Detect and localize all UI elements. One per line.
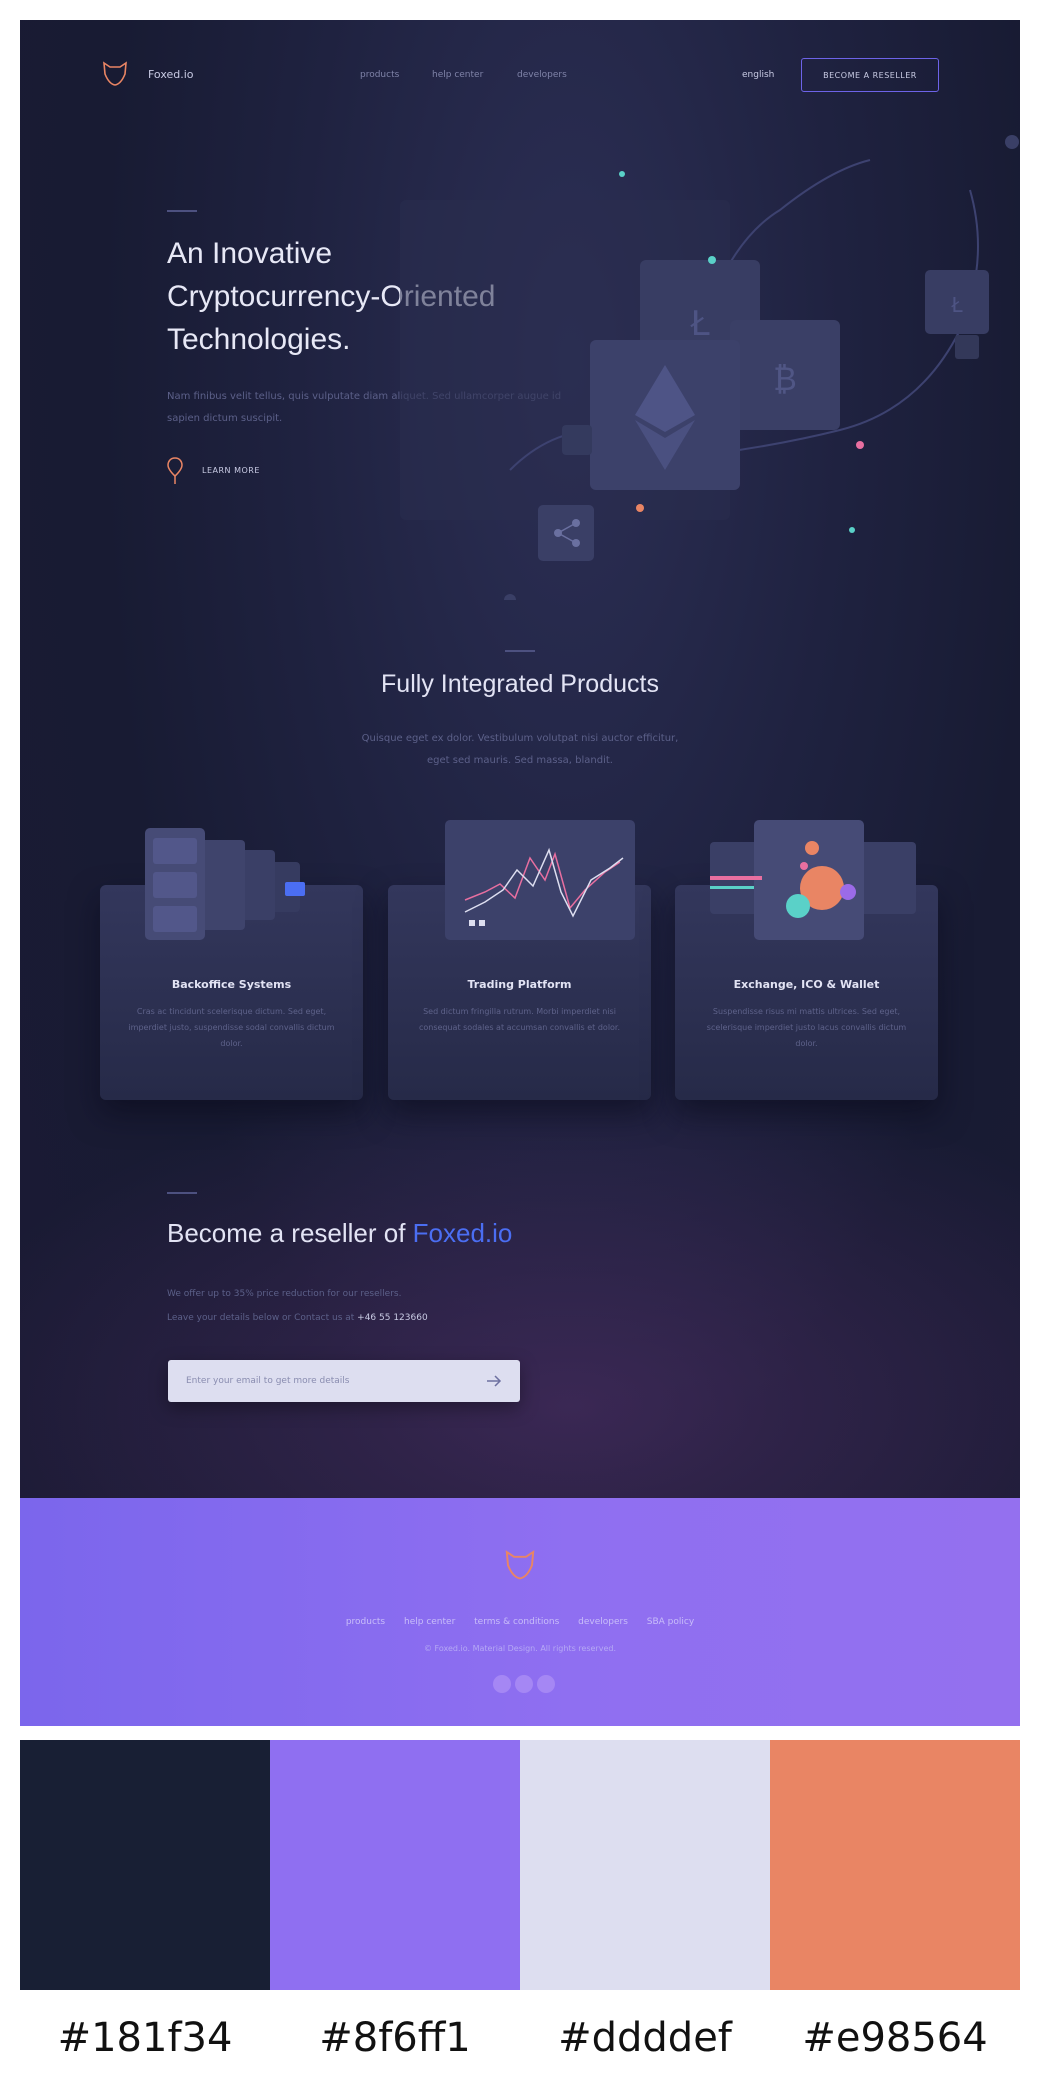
email-input[interactable]: Enter your email to get more details <box>168 1360 520 1402</box>
palette-label-4: #e98564 <box>802 2015 988 2061</box>
reseller-eyebrow-line <box>167 1192 197 1194</box>
svg-text:₿: ₿ <box>773 360 797 398</box>
reseller-title-prefix: Become a reseller of <box>167 1218 413 1248</box>
palette-label-3: #ddddef <box>558 2015 732 2061</box>
language-selector[interactable]: english <box>742 70 774 80</box>
social-icon-1[interactable] <box>493 1675 511 1693</box>
card-title-trading: Trading Platform <box>467 978 572 991</box>
fox-shield-icon[interactable] <box>100 58 130 88</box>
landing-page-screenshot: Foxed.io products help center developers… <box>20 20 1020 1726</box>
footer-link-help-center[interactable]: help center <box>404 1617 455 1627</box>
footer-links: products help center terms & conditions … <box>20 1617 1020 1627</box>
share-node-card <box>538 505 594 561</box>
trading-chart-illustration <box>445 820 635 940</box>
palette-swatch-4 <box>770 1740 1020 1990</box>
location-pin-icon <box>167 457 183 484</box>
arrow-right-icon[interactable] <box>486 1375 502 1387</box>
products-description: Quisque eget ex dolor. Vestibulum volutp… <box>361 733 679 766</box>
nav-link-help-center[interactable]: help center <box>432 70 483 80</box>
reseller-text-line: We offer up to 35% price reduction for o… <box>167 1289 402 1299</box>
palette-label-2: #8f6ff1 <box>319 2015 471 2061</box>
reseller-title: Become a reseller of Foxed.io <box>167 1218 512 1249</box>
products-title: Fully Integrated Products <box>381 670 659 698</box>
backoffice-illustration <box>145 828 305 940</box>
card-title-exchange: Exchange, ICO & Wallet <box>733 978 880 991</box>
email-placeholder: Enter your email to get more details <box>186 1376 350 1386</box>
social-icon-2[interactable] <box>515 1675 533 1693</box>
reseller-text-prefix: Leave your details below or Contact us a… <box>167 1313 358 1323</box>
nav-link-developers[interactable]: developers <box>517 70 567 80</box>
coin-card-ethereum <box>590 340 740 490</box>
footer-link-policy[interactable]: SBA policy <box>647 1617 694 1627</box>
exchange-coins-illustration <box>710 820 916 940</box>
reseller-description: We offer up to 35% price reduction for o… <box>167 1282 587 1330</box>
products-eyebrow-line <box>505 650 535 652</box>
reseller-phone[interactable]: +46 55 123660 <box>357 1313 428 1323</box>
footer-link-developers[interactable]: developers <box>578 1617 628 1627</box>
footer-link-products[interactable]: products <box>346 1617 385 1627</box>
footer-link-terms[interactable]: terms & conditions <box>474 1617 559 1627</box>
reseller-title-brand: Foxed.io <box>412 1218 513 1248</box>
svg-text:Ł: Ł <box>950 293 963 317</box>
learn-more-link[interactable]: LEARN MORE <box>202 466 260 475</box>
palette-label-1: #181f34 <box>57 2015 233 2061</box>
coin-card-small: Ł <box>925 270 989 334</box>
coin-card-bitcoin: ₿ <box>730 320 840 430</box>
crypto-illustration: Ł ₿ Ł <box>400 135 1019 600</box>
nav-link-products[interactable]: products <box>360 70 399 80</box>
reseller-text-line: Leave your details below or Contact us a… <box>167 1306 587 1330</box>
social-icon-3[interactable] <box>537 1675 555 1693</box>
become-reseller-button[interactable]: BECOME A RESELLER <box>801 58 939 92</box>
svg-text:Ł: Ł <box>689 304 709 344</box>
palette-swatch-3 <box>520 1740 770 1990</box>
card-text-exchange: Suspendisse risus mi mattis ultrices. Se… <box>706 1007 907 1048</box>
palette-swatch-2 <box>270 1740 520 1990</box>
copyright-text: © Foxed.io. Material Design. All rights … <box>423 1644 616 1653</box>
card-title-backoffice: Backoffice Systems <box>171 978 292 991</box>
brand-name[interactable]: Foxed.io <box>148 68 194 81</box>
card-text-backoffice: Cras ac tincidunt scelerisque dictum. Se… <box>128 1007 335 1048</box>
fox-shield-icon[interactable] <box>502 1546 538 1582</box>
hero-eyebrow-line <box>167 210 197 212</box>
palette-swatch-1 <box>20 1740 270 1990</box>
card-text-trading: Sed dictum fringilla rutrum. Morbi imper… <box>418 1007 621 1032</box>
